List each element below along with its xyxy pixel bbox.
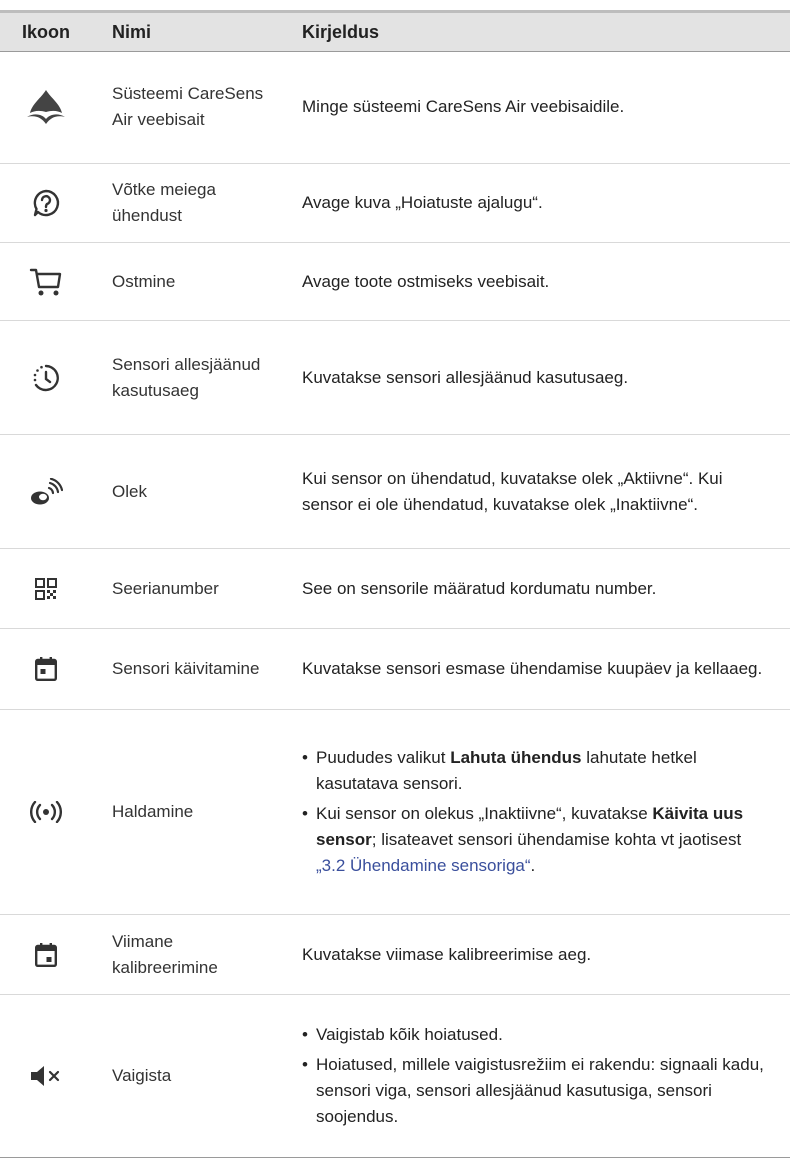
bullet-list: Puududes valikut Lahuta ühendus lahutate… [302, 741, 764, 883]
cart-icon [0, 243, 92, 320]
table-row: Seerianumber See on sensorile määratud k… [0, 549, 790, 629]
table-row: Ostmine Avage toote ostmiseks veebisait. [0, 243, 790, 321]
calendar-icon [0, 629, 92, 709]
row-name: Seerianumber [112, 578, 219, 598]
table-row: Süsteemi CareSens Air veebisait Minge sü… [0, 51, 790, 164]
row-desc: Vaigistab kõik hoiatused. Hoiatused, mil… [302, 995, 764, 1157]
timer-icon [0, 321, 92, 434]
text: Puududes valikut [316, 748, 451, 767]
broadcast-icon [0, 710, 92, 914]
bullet-list: Vaigistab kõik hoiatused. Hoiatused, mil… [302, 1018, 764, 1134]
table-header: Ikoon Nimi Kirjeldus [0, 13, 790, 52]
calendar-bottom-icon [0, 915, 92, 994]
table-row: Sensori allesjäänud kasutusaeg Kuvatakse… [0, 321, 790, 435]
section-link[interactable]: „3.2 Ühendamine sensoriga“ [316, 856, 531, 875]
list-item: Vaigistab kõik hoiatused. [302, 1022, 764, 1048]
qr-code-icon [0, 549, 92, 628]
row-name: Sensori käivitamine [112, 659, 260, 678]
row-name: Haldamine [112, 802, 194, 821]
row-name: Vaigista [112, 1066, 172, 1085]
sensor-signal-icon [0, 435, 92, 548]
row-desc: Kuvatakse sensori esmase ühendamise kuup… [302, 659, 763, 678]
row-desc: Kui sensor on ühendatud, kuvatakse olek … [302, 468, 723, 514]
table-row: Olek Kui sensor on ühendatud, kuvatakse … [0, 435, 790, 549]
row-name: Süsteemi CareSens Air veebisait [112, 84, 264, 129]
table-row: Võtke meiega ühendust Avage kuva „Hoiatu… [0, 164, 790, 243]
row-desc: See on sensorile määratud kordumatu numb… [302, 578, 657, 598]
header-icon: Ikoon [22, 22, 70, 42]
row-name: Võtke meiega ühendust [112, 180, 216, 225]
water-drop-icon [0, 51, 92, 163]
text: Kui sensor on olekus „Inaktiivne“, kuvat… [316, 804, 653, 823]
table-row: Vaigista Vaigistab kõik hoiatused. Hoiat… [0, 995, 790, 1158]
question-chat-icon [0, 164, 92, 242]
row-desc: Avage kuva „Hoiatuste ajalugu“. [302, 193, 543, 212]
header-name: Nimi [112, 22, 152, 42]
list-item: Kui sensor on olekus „Inaktiivne“, kuvat… [302, 801, 764, 879]
header-desc: Kirjeldus [302, 22, 380, 42]
row-name: Olek [112, 481, 147, 501]
row-desc: Minge süsteemi CareSens Air veebisaidile… [302, 97, 625, 116]
row-desc: Kuvatakse viimase kalibreerimise aeg. [302, 944, 592, 964]
row-desc: Puududes valikut Lahuta ühendus lahutate… [302, 710, 764, 914]
table-row: Viimane kalibreerimine Kuvatakse viimase… [0, 915, 790, 995]
table-row: Sensori käivitamine Kuvatakse sensori es… [0, 629, 790, 710]
table-row: Haldamine Puududes valikut Lahuta ühendu… [0, 710, 790, 915]
mute-icon [0, 995, 92, 1157]
row-name: Sensori allesjäänud kasutusaeg [112, 354, 261, 400]
row-desc: Avage toote ostmiseks veebisait. [302, 271, 550, 291]
row-desc: Kuvatakse sensori allesjäänud kasutusaeg… [302, 367, 629, 387]
text: ; lisateavet sensori ühendamise kohta vt… [371, 830, 742, 849]
list-item: Puududes valikut Lahuta ühendus lahutate… [302, 745, 764, 797]
row-name: Viimane kalibreerimine [112, 931, 218, 977]
bold-text: Lahuta ühendus [450, 748, 582, 767]
list-item: Hoiatused, millele vaigistusrežiim ei ra… [302, 1052, 764, 1130]
row-name: Ostmine [112, 271, 176, 291]
text: . [530, 856, 536, 875]
